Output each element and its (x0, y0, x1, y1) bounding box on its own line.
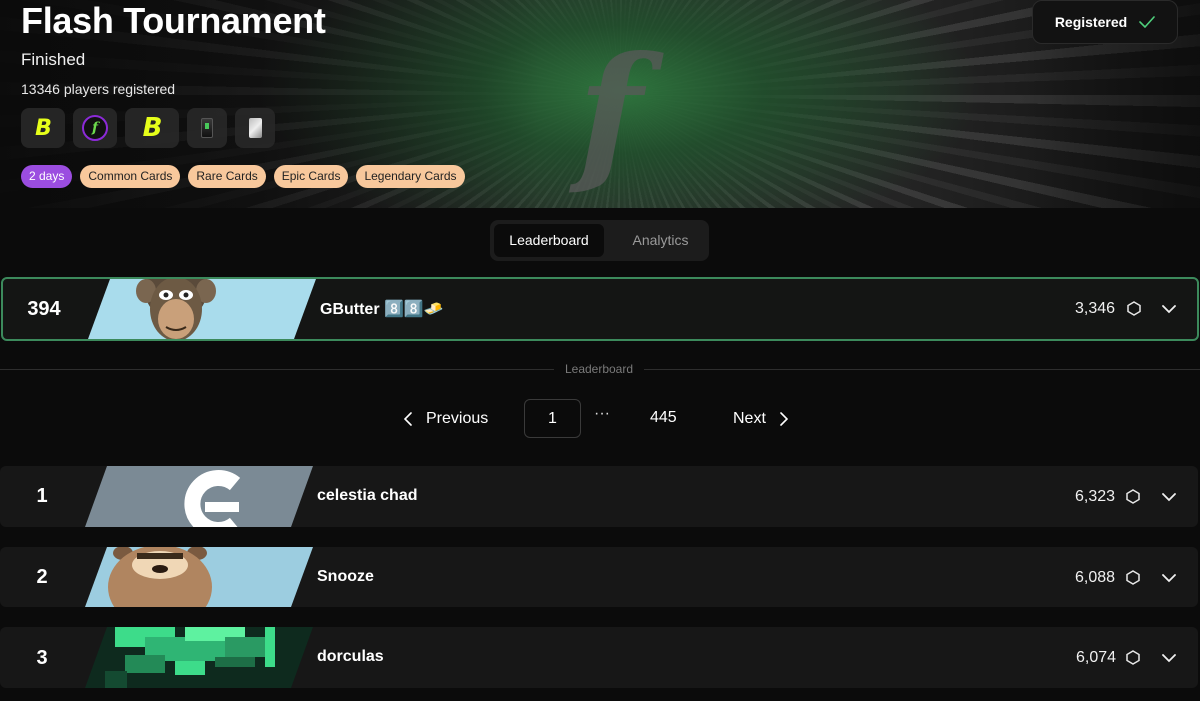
points-hex-icon (1127, 301, 1141, 316)
chevron-down-icon[interactable] (1162, 653, 1176, 663)
points-hex-icon (1126, 650, 1140, 665)
page-ellipsis: ··· (594, 405, 610, 422)
points-hex-icon (1126, 570, 1140, 585)
table-row[interactable]: 2 Snooze 6,088 (0, 547, 1198, 607)
b-logo-large-icon[interactable]: B (125, 108, 179, 148)
divider-label: Leaderboard (564, 362, 634, 376)
tournament-status: Finished (21, 50, 86, 69)
f-circle-icon[interactable]: f (73, 108, 117, 148)
card-icon[interactable] (187, 108, 227, 148)
avatar (85, 627, 313, 688)
player-name: Snooze (317, 568, 374, 585)
prize-icons: B f B (21, 108, 275, 148)
avatar (85, 466, 313, 527)
registered-label: Registered (1054, 14, 1128, 30)
player-score: 6,074 (1076, 649, 1117, 666)
duration-tag: 2 days (21, 165, 73, 188)
rank: 394 (27, 298, 61, 320)
current-player-row[interactable]: 394 GButter 8️⃣8️⃣🧈 3,346 (1, 277, 1199, 341)
table-row[interactable]: 3 dorculas 6,074 (0, 627, 1198, 688)
view-tabs: Leaderboard Analytics (490, 220, 709, 261)
page-title: Flash Tournament (21, 0, 326, 41)
pagination: Previous 1 ··· 445 Next (0, 399, 1200, 438)
rank: 3 (36, 647, 48, 669)
page-current[interactable]: 1 (524, 399, 581, 438)
table-row[interactable]: 1 celestia chad 6,323 (0, 466, 1198, 527)
tournament-tags: 2 days Common Cards Rare Cards Epic Card… (21, 165, 465, 188)
chevron-down-icon[interactable] (1162, 304, 1176, 314)
tab-leaderboard[interactable]: Leaderboard (494, 224, 604, 257)
tab-analytics[interactable]: Analytics (608, 224, 713, 257)
next-label: Next (733, 409, 766, 427)
rare-cards-tag: Rare Cards (188, 165, 266, 188)
epic-cards-tag: Epic Cards (273, 165, 349, 188)
player-score: 6,088 (1075, 569, 1116, 586)
next-button[interactable]: Next (733, 399, 788, 438)
b-logo-icon[interactable]: B (21, 108, 65, 148)
previous-label: Previous (426, 409, 489, 427)
player-score: 3,346 (1075, 300, 1116, 317)
page-last[interactable]: 445 (650, 409, 677, 427)
registered-button[interactable]: Registered (1032, 0, 1178, 44)
card-silver-icon[interactable] (235, 108, 275, 148)
avatar (88, 279, 316, 339)
previous-button[interactable]: Previous (404, 399, 488, 438)
legendary-cards-tag: Legendary Cards (356, 165, 465, 188)
player-score: 6,323 (1075, 488, 1116, 505)
player-name: dorculas (317, 648, 384, 665)
points-hex-icon (1126, 489, 1140, 504)
player-name: celestia chad (317, 487, 418, 504)
players-registered: 13346 players registered (21, 81, 176, 97)
common-cards-tag: Common Cards (80, 165, 181, 188)
chevron-right-icon (780, 411, 788, 426)
rank: 2 (36, 566, 48, 588)
rank: 1 (36, 485, 48, 507)
chevron-down-icon[interactable] (1162, 573, 1176, 583)
chevron-left-icon (404, 411, 412, 426)
check-icon (1139, 16, 1155, 28)
player-name: GButter 8️⃣8️⃣🧈 (320, 301, 444, 318)
avatar (85, 547, 313, 607)
chevron-down-icon[interactable] (1162, 492, 1176, 502)
